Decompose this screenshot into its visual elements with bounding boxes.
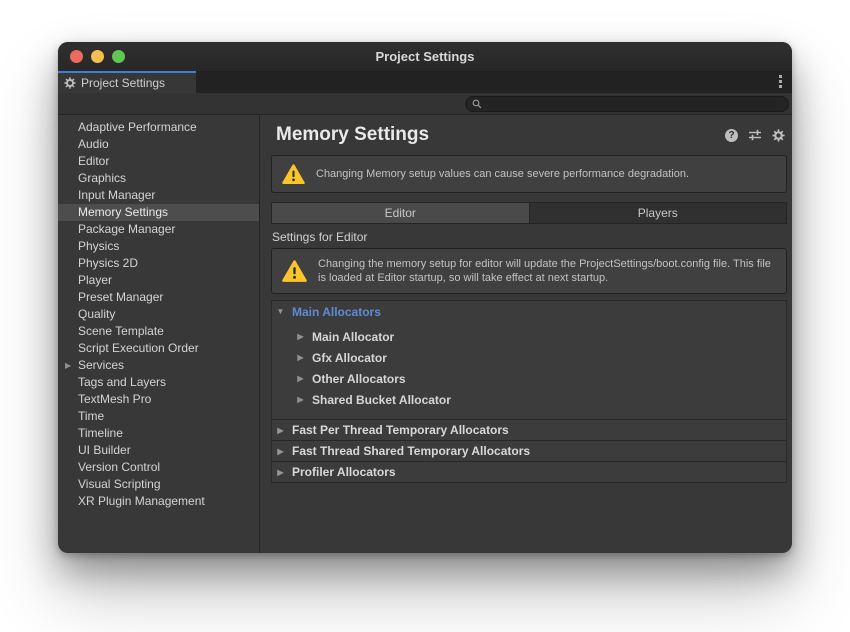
foldout-main-allocator[interactable]: ▶ Main Allocator (272, 326, 786, 347)
tab-editor[interactable]: Editor (272, 203, 529, 223)
sidebar-item-quality[interactable]: Quality (58, 306, 259, 323)
foldout-collapsed-icon: ▶ (296, 353, 305, 362)
help-icon[interactable]: ? (725, 129, 738, 142)
sidebar-item-player[interactable]: Player (58, 272, 259, 289)
sidebar-item-adaptive-performance[interactable]: Adaptive Performance (58, 119, 259, 136)
sidebar-item-time[interactable]: Time (58, 408, 259, 425)
editor-warning-text: Changing the memory setup for editor wil… (318, 257, 776, 285)
sidebar-item-physics[interactable]: Physics (58, 238, 259, 255)
warning-text: Changing Memory setup values can cause s… (316, 167, 689, 181)
preset-icon[interactable] (748, 129, 762, 141)
sidebar-item-services[interactable]: ▶ Services (58, 357, 259, 374)
foldout-label: Fast Thread Shared Temporary Allocators (292, 444, 530, 458)
sidebar-item-audio[interactable]: Audio (58, 136, 259, 153)
sidebar-item-label: Services (78, 358, 124, 372)
close-window-button[interactable] (70, 50, 83, 63)
foldout-expanded-icon: ▼ (276, 307, 285, 316)
sidebar-item-editor[interactable]: Editor (58, 153, 259, 170)
warning-banner: Changing Memory setup values can cause s… (271, 155, 787, 193)
editor-warning-banner: Changing the memory setup for editor wil… (271, 248, 787, 294)
foldout-label: Fast Per Thread Temporary Allocators (292, 423, 509, 437)
foldout-other-allocators[interactable]: ▶ Other Allocators (272, 368, 786, 389)
foldout-profiler-allocators[interactable]: ▶ Profiler Allocators (272, 461, 786, 482)
expand-arrow-icon[interactable]: ▶ (65, 357, 71, 374)
memory-settings-panel: Memory Settings ? (260, 115, 792, 553)
platform-tabs: Editor Players (271, 202, 787, 224)
foldout-label: Profiler Allocators (292, 465, 396, 479)
tab-label: Project Settings (81, 76, 165, 90)
sidebar-item-ui-builder[interactable]: UI Builder (58, 442, 259, 459)
main-allocators-children: ▶ Main Allocator ▶ Gfx Allocator ▶ Other… (272, 322, 786, 419)
allocators-list: ▼ Main Allocators ▶ Main Allocator ▶ Gfx… (271, 300, 787, 483)
foldout-gfx-allocator[interactable]: ▶ Gfx Allocator (272, 347, 786, 368)
sidebar-item-visual-scripting[interactable]: Visual Scripting (58, 476, 259, 493)
gear-icon[interactable] (772, 129, 785, 142)
foldout-fast-per-thread-temporary-allocators[interactable]: ▶ Fast Per Thread Temporary Allocators (272, 419, 786, 440)
window-titlebar[interactable]: Project Settings (58, 42, 792, 71)
foldout-label: Main Allocators (292, 305, 381, 319)
sidebar-item-scene-template[interactable]: Scene Template (58, 323, 259, 340)
content-area: Adaptive Performance Audio Editor Graphi… (58, 115, 792, 553)
settings-for-label: Settings for Editor (271, 230, 787, 244)
header-icons: ? (725, 129, 785, 142)
kebab-menu-icon[interactable] (779, 75, 782, 88)
project-settings-window: Project Settings (58, 42, 792, 553)
foldout-collapsed-icon: ▶ (276, 426, 285, 435)
sidebar-item-timeline[interactable]: Timeline (58, 425, 259, 442)
sidebar-item-textmesh-pro[interactable]: TextMesh Pro (58, 391, 259, 408)
window-title: Project Settings (376, 49, 475, 64)
minimize-window-button[interactable] (91, 50, 104, 63)
sidebar-item-package-manager[interactable]: Package Manager (58, 221, 259, 238)
search-input[interactable] (486, 98, 782, 110)
sidebar-item-physics-2d[interactable]: Physics 2D (58, 255, 259, 272)
foldout-label: Other Allocators (312, 372, 406, 386)
sidebar-item-script-execution-order[interactable]: Script Execution Order (58, 340, 259, 357)
foldout-shared-bucket-allocator[interactable]: ▶ Shared Bucket Allocator (272, 389, 786, 410)
sidebar-item-xr-plugin-management[interactable]: XR Plugin Management (58, 493, 259, 510)
tab-strip: Project Settings (58, 71, 792, 93)
foldout-collapsed-icon: ▶ (276, 447, 285, 456)
zoom-window-button[interactable] (112, 50, 125, 63)
search-field[interactable] (465, 96, 789, 112)
foldout-collapsed-icon: ▶ (296, 374, 305, 383)
foldout-collapsed-icon: ▶ (296, 332, 305, 341)
page-title: Memory Settings (276, 124, 429, 146)
warning-icon (282, 164, 305, 185)
sidebar-item-graphics[interactable]: Graphics (58, 170, 259, 187)
sidebar-item-version-control[interactable]: Version Control (58, 459, 259, 476)
sidebar-item-memory-settings[interactable]: Memory Settings (58, 204, 259, 221)
sidebar-item-tags-and-layers[interactable]: Tags and Layers (58, 374, 259, 391)
toolbar (58, 93, 792, 115)
tab-players[interactable]: Players (529, 203, 787, 223)
foldout-fast-thread-shared-temporary-allocators[interactable]: ▶ Fast Thread Shared Temporary Allocator… (272, 440, 786, 461)
foldout-label: Gfx Allocator (312, 351, 387, 365)
warning-icon (282, 260, 307, 283)
foldout-label: Shared Bucket Allocator (312, 393, 451, 407)
sidebar-item-preset-manager[interactable]: Preset Manager (58, 289, 259, 306)
settings-sidebar: Adaptive Performance Audio Editor Graphi… (58, 115, 260, 553)
search-icon (472, 99, 482, 109)
tab-project-settings[interactable]: Project Settings (58, 71, 196, 93)
foldout-collapsed-icon: ▶ (276, 468, 285, 477)
desktop-background: Project Settings (0, 0, 850, 632)
sidebar-item-input-manager[interactable]: Input Manager (58, 187, 259, 204)
foldout-label: Main Allocator (312, 330, 394, 344)
traffic-lights (70, 42, 125, 71)
gear-icon (64, 77, 76, 89)
foldout-main-allocators[interactable]: ▼ Main Allocators (272, 301, 786, 322)
foldout-collapsed-icon: ▶ (296, 395, 305, 404)
